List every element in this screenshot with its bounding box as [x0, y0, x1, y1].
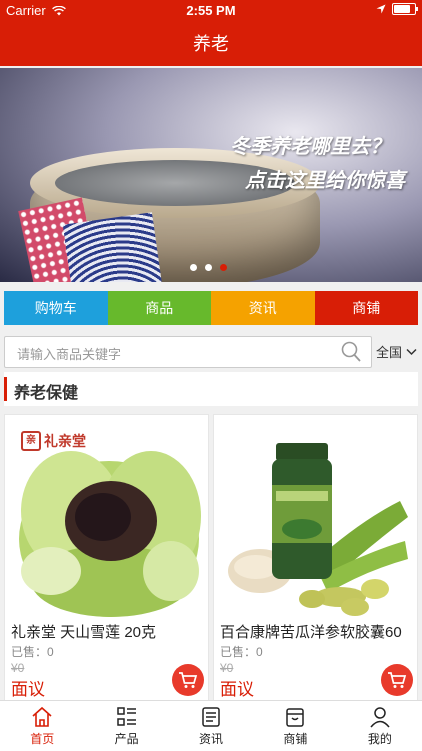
product-card[interactable]: 亲 礼亲堂 礼亲堂 天山雪莲 20克 已售：0 ¥0 面议 — [4, 414, 209, 702]
banner-carousel[interactable]: 冬季养老哪里去？ 点击这里给你惊喜 — [0, 68, 422, 282]
product-name[interactable]: 礼亲堂 天山雪莲 20克 — [11, 621, 156, 642]
cart-icon — [388, 672, 407, 688]
product-negotiable: 面议 — [220, 680, 254, 699]
tab-products[interactable]: 产品 — [84, 701, 168, 751]
home-icon — [32, 706, 52, 727]
category-products-button[interactable]: 商品 — [107, 291, 211, 325]
tab-stores[interactable]: 商铺 — [253, 701, 337, 751]
cart-icon — [179, 672, 198, 688]
section-accent-bar — [4, 377, 7, 401]
category-news-button[interactable]: 资讯 — [211, 291, 315, 325]
product-name[interactable]: 百合康牌苦瓜洋参软胶囊60 — [220, 621, 402, 642]
section-title: 养老保健 — [14, 385, 79, 402]
product-sold-count: 已售：0 — [220, 645, 263, 659]
carousel-indicator[interactable] — [190, 264, 227, 271]
search-placeholder: 请输入商品关键字 — [17, 347, 122, 362]
region-selector[interactable]: 全国 — [376, 342, 417, 361]
tab-label: 产品 — [114, 732, 139, 746]
product-sold-count: 已售：0 — [11, 645, 54, 659]
tab-news[interactable]: 资讯 — [169, 701, 253, 751]
product-price: ¥0 — [11, 661, 25, 675]
news-icon — [202, 707, 220, 727]
location-arrow-icon — [376, 4, 386, 14]
product-image[interactable]: 亲 礼亲堂 — [11, 421, 201, 621]
search-icon[interactable] — [341, 341, 361, 363]
section-header: 养老保健 — [4, 372, 418, 406]
banner-cloth-blue — [62, 212, 168, 282]
snow-lotus-image — [11, 421, 201, 621]
tab-home[interactable]: 首页 — [0, 701, 84, 751]
product-card[interactable]: 百合康牌苦瓜洋参软胶囊60 已售：0 ¥0 面议 — [213, 414, 418, 702]
carousel-dot-active[interactable] — [220, 264, 227, 271]
add-to-cart-button[interactable] — [381, 664, 413, 696]
tab-label: 首页 — [30, 732, 55, 746]
banner-subline: 点击这里给你惊喜 — [245, 170, 405, 192]
carousel-dot[interactable] — [205, 264, 212, 271]
clock: 2:55 PM — [186, 3, 236, 18]
capsule-bottle-image — [220, 421, 410, 621]
category-stores-button[interactable]: 商铺 — [314, 291, 418, 325]
grid-list-icon — [116, 707, 136, 726]
product-negotiable: 面议 — [11, 680, 45, 699]
region-label: 全国 — [376, 345, 403, 360]
category-cart-button[interactable]: 购物车 — [4, 291, 108, 325]
search-input[interactable]: 请输入商品关键字 — [4, 336, 372, 368]
category-bar: 购物车 商品 资讯 商铺 — [4, 291, 418, 325]
chevron-down-icon — [406, 348, 417, 356]
tab-label: 商铺 — [283, 732, 308, 746]
banner-headline: 冬季养老哪里去？ — [230, 136, 390, 158]
status-bar: Carrier 2:55 PM — [0, 0, 422, 22]
battery-icon — [392, 3, 418, 15]
nav-bar: 养老 — [0, 22, 422, 66]
add-to-cart-button[interactable] — [172, 664, 204, 696]
tab-bar: 首页 产品 资讯 商铺 我的 — [0, 700, 422, 751]
brand-logo: 亲 礼亲堂 — [21, 431, 86, 451]
search-row: 请输入商品关键字 全国 — [4, 336, 418, 368]
person-icon — [370, 707, 390, 728]
page-title: 养老 — [193, 34, 229, 54]
carousel-dot[interactable] — [190, 264, 197, 271]
battery-fill — [394, 5, 410, 13]
tab-mine[interactable]: 我的 — [338, 701, 422, 751]
product-price: ¥0 — [220, 661, 234, 675]
brand-seal-icon: 亲 — [21, 431, 41, 451]
tab-label: 我的 — [367, 732, 392, 746]
brand-logo-text: 礼亲堂 — [44, 433, 86, 449]
product-image[interactable] — [220, 421, 410, 621]
store-icon — [286, 708, 305, 727]
status-right — [376, 3, 418, 15]
tab-label: 资讯 — [199, 732, 224, 746]
